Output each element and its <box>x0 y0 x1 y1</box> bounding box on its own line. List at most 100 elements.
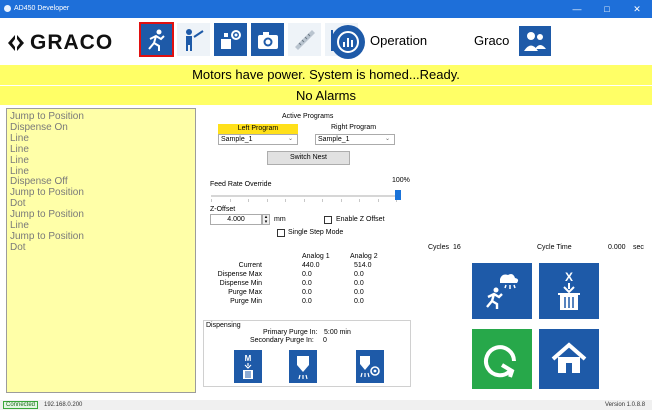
analog-cell: 0.0 <box>302 271 312 278</box>
camera-icon <box>257 31 278 49</box>
analog-cell: 0.0 <box>302 280 312 287</box>
operation-icon <box>147 29 165 51</box>
connected-badge: Connected <box>3 401 39 409</box>
maintenance-icon <box>185 28 204 51</box>
window-title: AD450 Developer <box>14 5 70 12</box>
calibration-icon <box>294 29 315 50</box>
home-icon <box>551 342 587 373</box>
dispense-button[interactable] <box>289 350 317 383</box>
alarm-banner: No Alarms <box>0 86 652 105</box>
switch-nest-button[interactable]: Switch Nest <box>267 151 350 165</box>
z-offset-input[interactable]: 4.000 <box>210 214 262 225</box>
close-button[interactable]: ✕ <box>626 3 648 15</box>
analog-row-label: Purge Min <box>230 298 262 305</box>
slider-tick <box>322 199 323 202</box>
analog-cell: 0.0 <box>354 271 364 278</box>
secondary-purge-value: 0 <box>323 337 327 344</box>
app-icon <box>4 5 11 12</box>
dispense-settings-icon <box>360 355 380 377</box>
active-programs-title: Active Programs <box>282 113 334 120</box>
analog-row-label: Purge Max <box>228 289 262 296</box>
manual-purge-button[interactable]: M <box>234 350 262 383</box>
slider-tick <box>229 199 231 202</box>
status-bar: Connected 192.168.0.200 Version 1.0.8.8 <box>0 400 652 410</box>
purge-waste-button[interactable]: X <box>539 263 599 319</box>
analog-cell: 0.0 <box>354 298 364 305</box>
home-button[interactable] <box>539 329 599 389</box>
cycle-time-value: 0.000 <box>608 244 626 251</box>
toolbar-operation-button[interactable] <box>139 22 174 57</box>
z-offset-label: Z-Offset <box>210 206 236 213</box>
cycle-start-button[interactable] <box>472 329 532 389</box>
toolbar-calibration-button[interactable] <box>287 22 322 57</box>
primary-purge-label: Primary Purge In: <box>263 329 318 336</box>
program-list-item[interactable]: Line <box>7 133 195 145</box>
analog-cell: 514.0 <box>354 262 372 269</box>
dispense-nozzle-icon <box>297 355 309 379</box>
enable-z-offset-label: Enable Z Offset <box>336 216 385 223</box>
screen-label: Operation <box>370 33 428 48</box>
slider-tick <box>359 199 360 202</box>
program-list-item[interactable]: Line <box>7 144 195 156</box>
cycle-time-label: Cycle Time <box>537 244 572 251</box>
z-offset-unit: mm <box>274 216 286 223</box>
primary-purge-value: 5:00 min <box>324 329 351 336</box>
maximize-button[interactable]: □ <box>596 3 618 15</box>
toolbar-maintenance-button[interactable] <box>176 22 211 57</box>
right-program-select[interactable]: Sample_1 ⌄ <box>315 134 395 145</box>
program-list-item[interactable]: Jump to Position <box>7 187 195 199</box>
feed-rate-ticks <box>211 199 401 203</box>
run-purge-button[interactable] <box>472 263 532 319</box>
graco-logo-icon <box>6 33 26 53</box>
toolbar-setup-button[interactable] <box>213 22 248 57</box>
secondary-purge-label: Secondary Purge In: <box>250 337 314 344</box>
single-step-checkbox[interactable] <box>277 229 285 237</box>
feed-rate-slider-track[interactable] <box>211 195 401 197</box>
left-program-select[interactable]: Sample_1 ⌄ <box>218 134 298 145</box>
program-list-item[interactable]: Jump to Position <box>7 231 195 243</box>
z-offset-stepper[interactable]: ▴ ▾ <box>262 214 270 225</box>
program-list-item[interactable]: Jump to Position <box>7 209 195 221</box>
program-list-item[interactable]: Dispense On <box>7 122 195 134</box>
gauge-icon <box>337 31 359 53</box>
slider-tick <box>266 199 268 202</box>
analog-cell: 0.0 <box>302 298 312 305</box>
left-program-label: Left Program <box>218 124 298 134</box>
cycles-label: Cycles <box>428 244 450 251</box>
setup-icon <box>220 29 241 49</box>
dispensing-title: Dispensing <box>206 322 241 329</box>
analog-row-label: Dispense Min <box>219 280 262 287</box>
program-list-item[interactable]: Dot <box>7 242 195 254</box>
toolbar-gauge-button[interactable] <box>331 25 365 59</box>
right-program-label: Right Program <box>331 124 377 131</box>
analog-row-label: Dispense Max <box>217 271 262 278</box>
svg-text:X: X <box>565 270 573 284</box>
slider-tick <box>340 199 342 202</box>
slider-tick <box>211 199 212 202</box>
minimize-button[interactable]: — <box>566 3 588 15</box>
window-titlebar: AD450 Developer — □ ✕ <box>0 0 652 18</box>
analog-cell: 0.0 <box>354 280 364 287</box>
analog-cell: 0.0 <box>302 289 312 296</box>
dispense-settings-button[interactable] <box>356 350 384 383</box>
cycles-value: 16 <box>453 244 461 251</box>
status-banner: Motors have power. System is homed...Rea… <box>0 65 652 85</box>
left-program-value: Sample_1 <box>221 136 253 143</box>
right-program-value: Sample_1 <box>318 136 350 143</box>
analog-cell: 0.0 <box>354 289 364 296</box>
svg-text:M: M <box>245 354 252 363</box>
feed-rate-label: Feed Rate Override <box>210 181 272 188</box>
slider-tick <box>248 199 249 202</box>
trash-purge-icon: X <box>558 270 580 310</box>
program-list-item[interactable]: Line <box>7 155 195 167</box>
enable-z-offset-checkbox[interactable] <box>324 216 332 224</box>
graco-logo: GRACO <box>30 31 114 54</box>
toolbar-camera-button[interactable] <box>250 22 285 57</box>
analog-table: Analog 1 Analog 2 Current 440.0 514.0 Dispens… <box>202 248 412 312</box>
program-list[interactable]: Jump to Position Dispense On Line Line Line L… <box>6 108 196 393</box>
analog-column-header: Analog 2 <box>350 253 378 260</box>
single-step-label: Single Step Mode <box>288 229 344 236</box>
user-button[interactable] <box>518 25 552 57</box>
chevron-down-icon: ⌄ <box>384 136 390 142</box>
feed-rate-slider-thumb[interactable] <box>395 190 401 200</box>
